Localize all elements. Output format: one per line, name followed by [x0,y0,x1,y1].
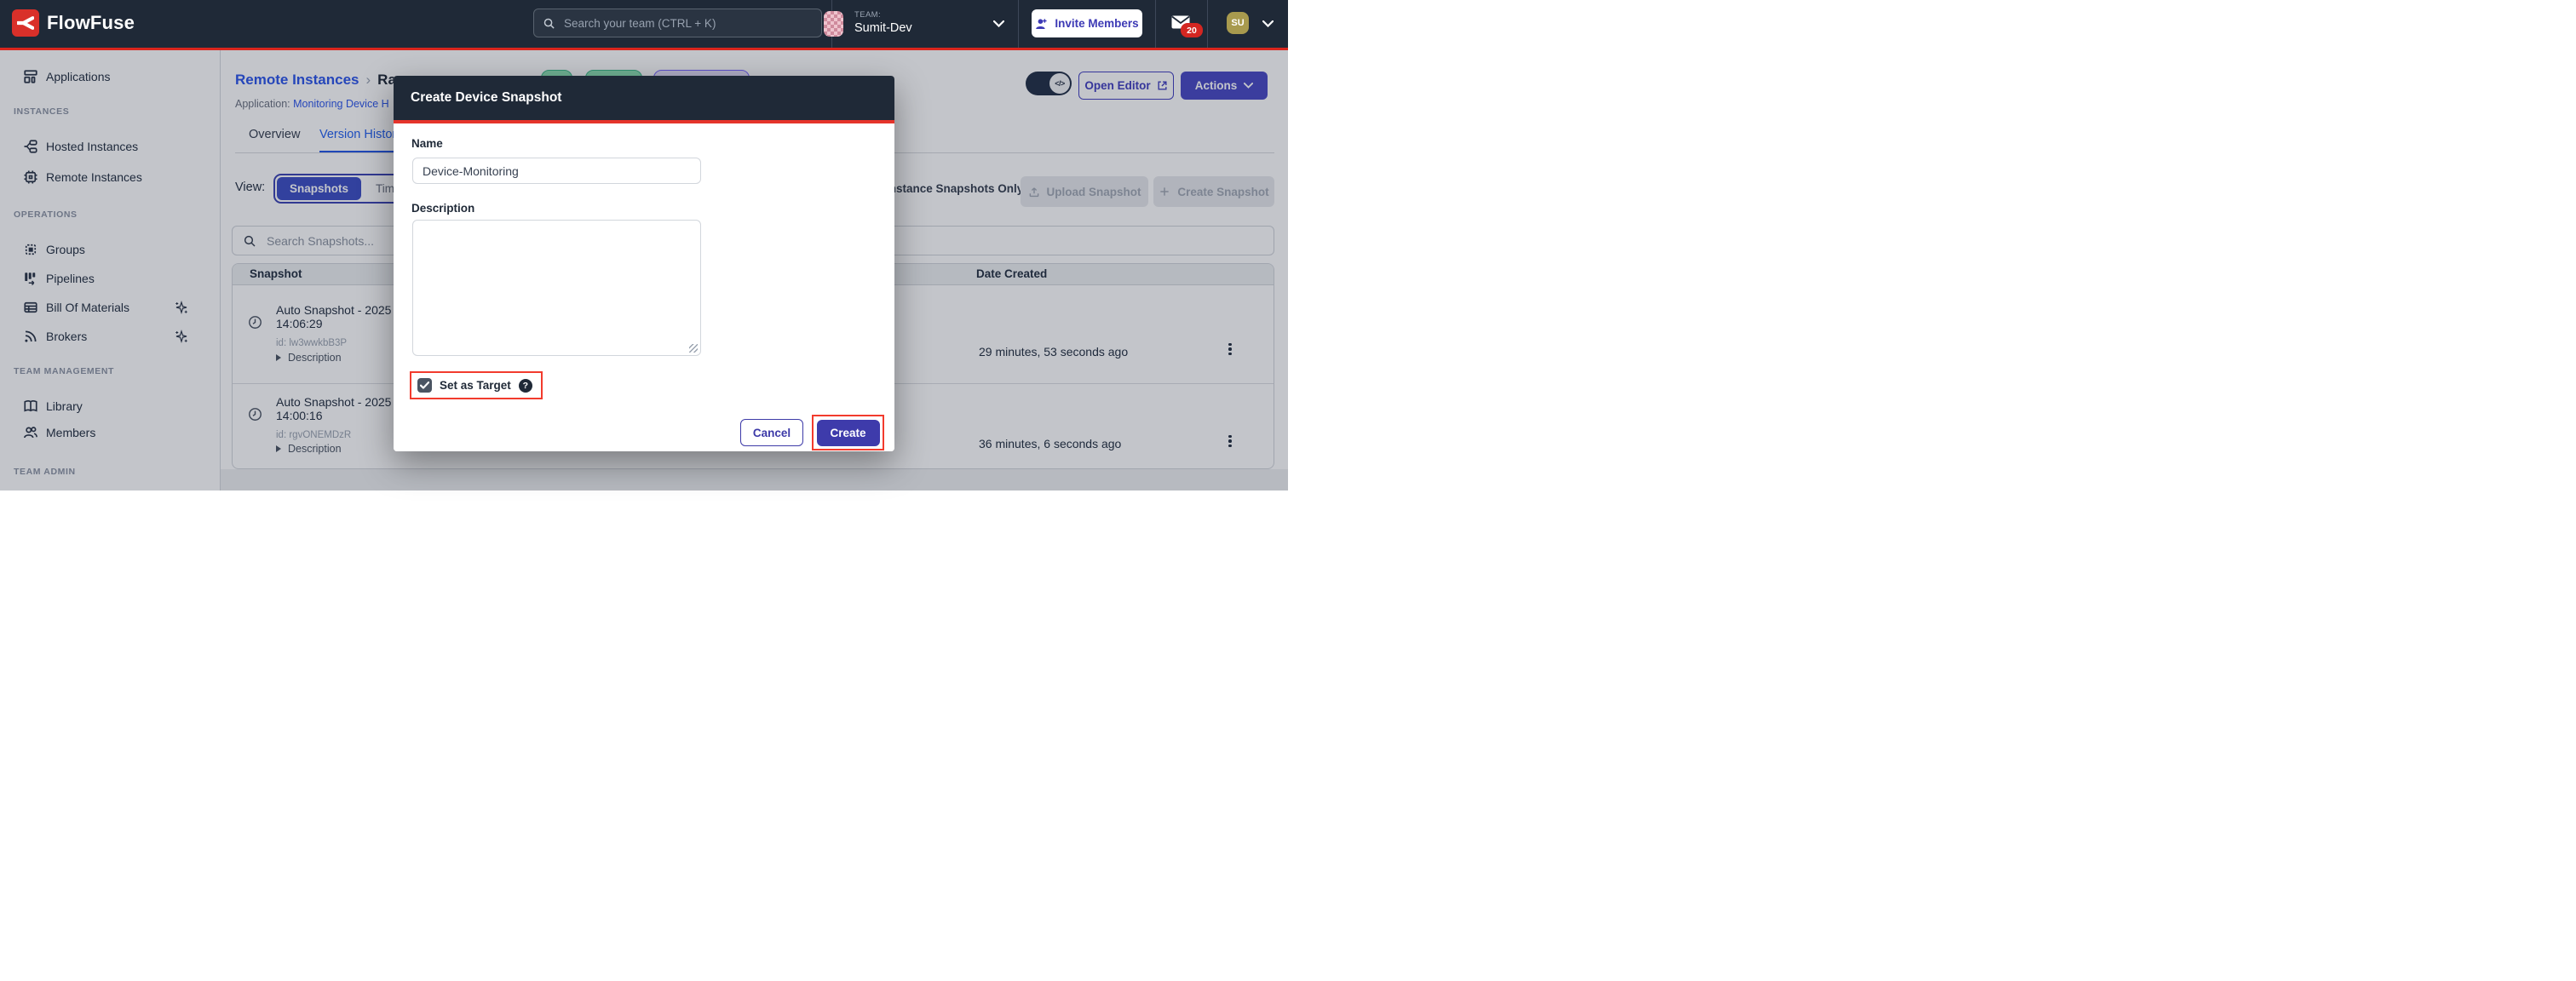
team-chevron-down-icon[interactable] [993,20,1004,27]
top-navbar: FlowFuse TEAM: Sumit-Dev Invite Members … [0,0,1288,48]
create-button[interactable]: Create [817,420,880,446]
brand[interactable]: FlowFuse [12,9,135,37]
search-input[interactable] [562,16,813,31]
flowfuse-logo-icon [12,9,39,37]
modal-title: Create Device Snapshot [394,90,561,106]
nav-divider [1155,0,1156,48]
accent-red-strip [0,48,1288,50]
set-as-target-checkbox[interactable] [417,378,432,393]
set-as-target-label: Set as Target [440,379,511,392]
name-label: Name [411,137,443,150]
modal-header: Create Device Snapshot [394,76,894,120]
description-field[interactable] [412,220,701,356]
description-label: Description [411,202,474,215]
team-search[interactable] [533,9,822,37]
brand-name: FlowFuse [47,12,135,34]
create-annotation-box: Create [812,415,884,450]
nav-divider [1018,0,1019,48]
resize-grip[interactable] [689,344,698,353]
team-avatar[interactable] [824,11,843,37]
team-name[interactable]: Sumit-Dev [854,21,912,35]
set-as-target-annotation-box: Set as Target ? [410,371,543,399]
user-avatar[interactable]: SU [1227,12,1249,34]
user-plus-icon [1035,18,1049,30]
create-device-snapshot-modal: Create Device Snapshot Name Description … [394,76,894,451]
team-label: TEAM: [854,10,881,20]
name-field[interactable] [412,158,701,184]
invite-members-button[interactable]: Invite Members [1032,9,1142,37]
help-question-icon[interactable]: ? [519,379,532,393]
modal-body: Name Description Set as Target ? Cancel … [394,123,894,451]
notification-badge: 20 [1181,23,1203,37]
cancel-button[interactable]: Cancel [740,419,803,446]
user-chevron-down-icon[interactable] [1262,20,1274,27]
nav-divider [1207,0,1208,48]
search-icon [543,17,555,30]
